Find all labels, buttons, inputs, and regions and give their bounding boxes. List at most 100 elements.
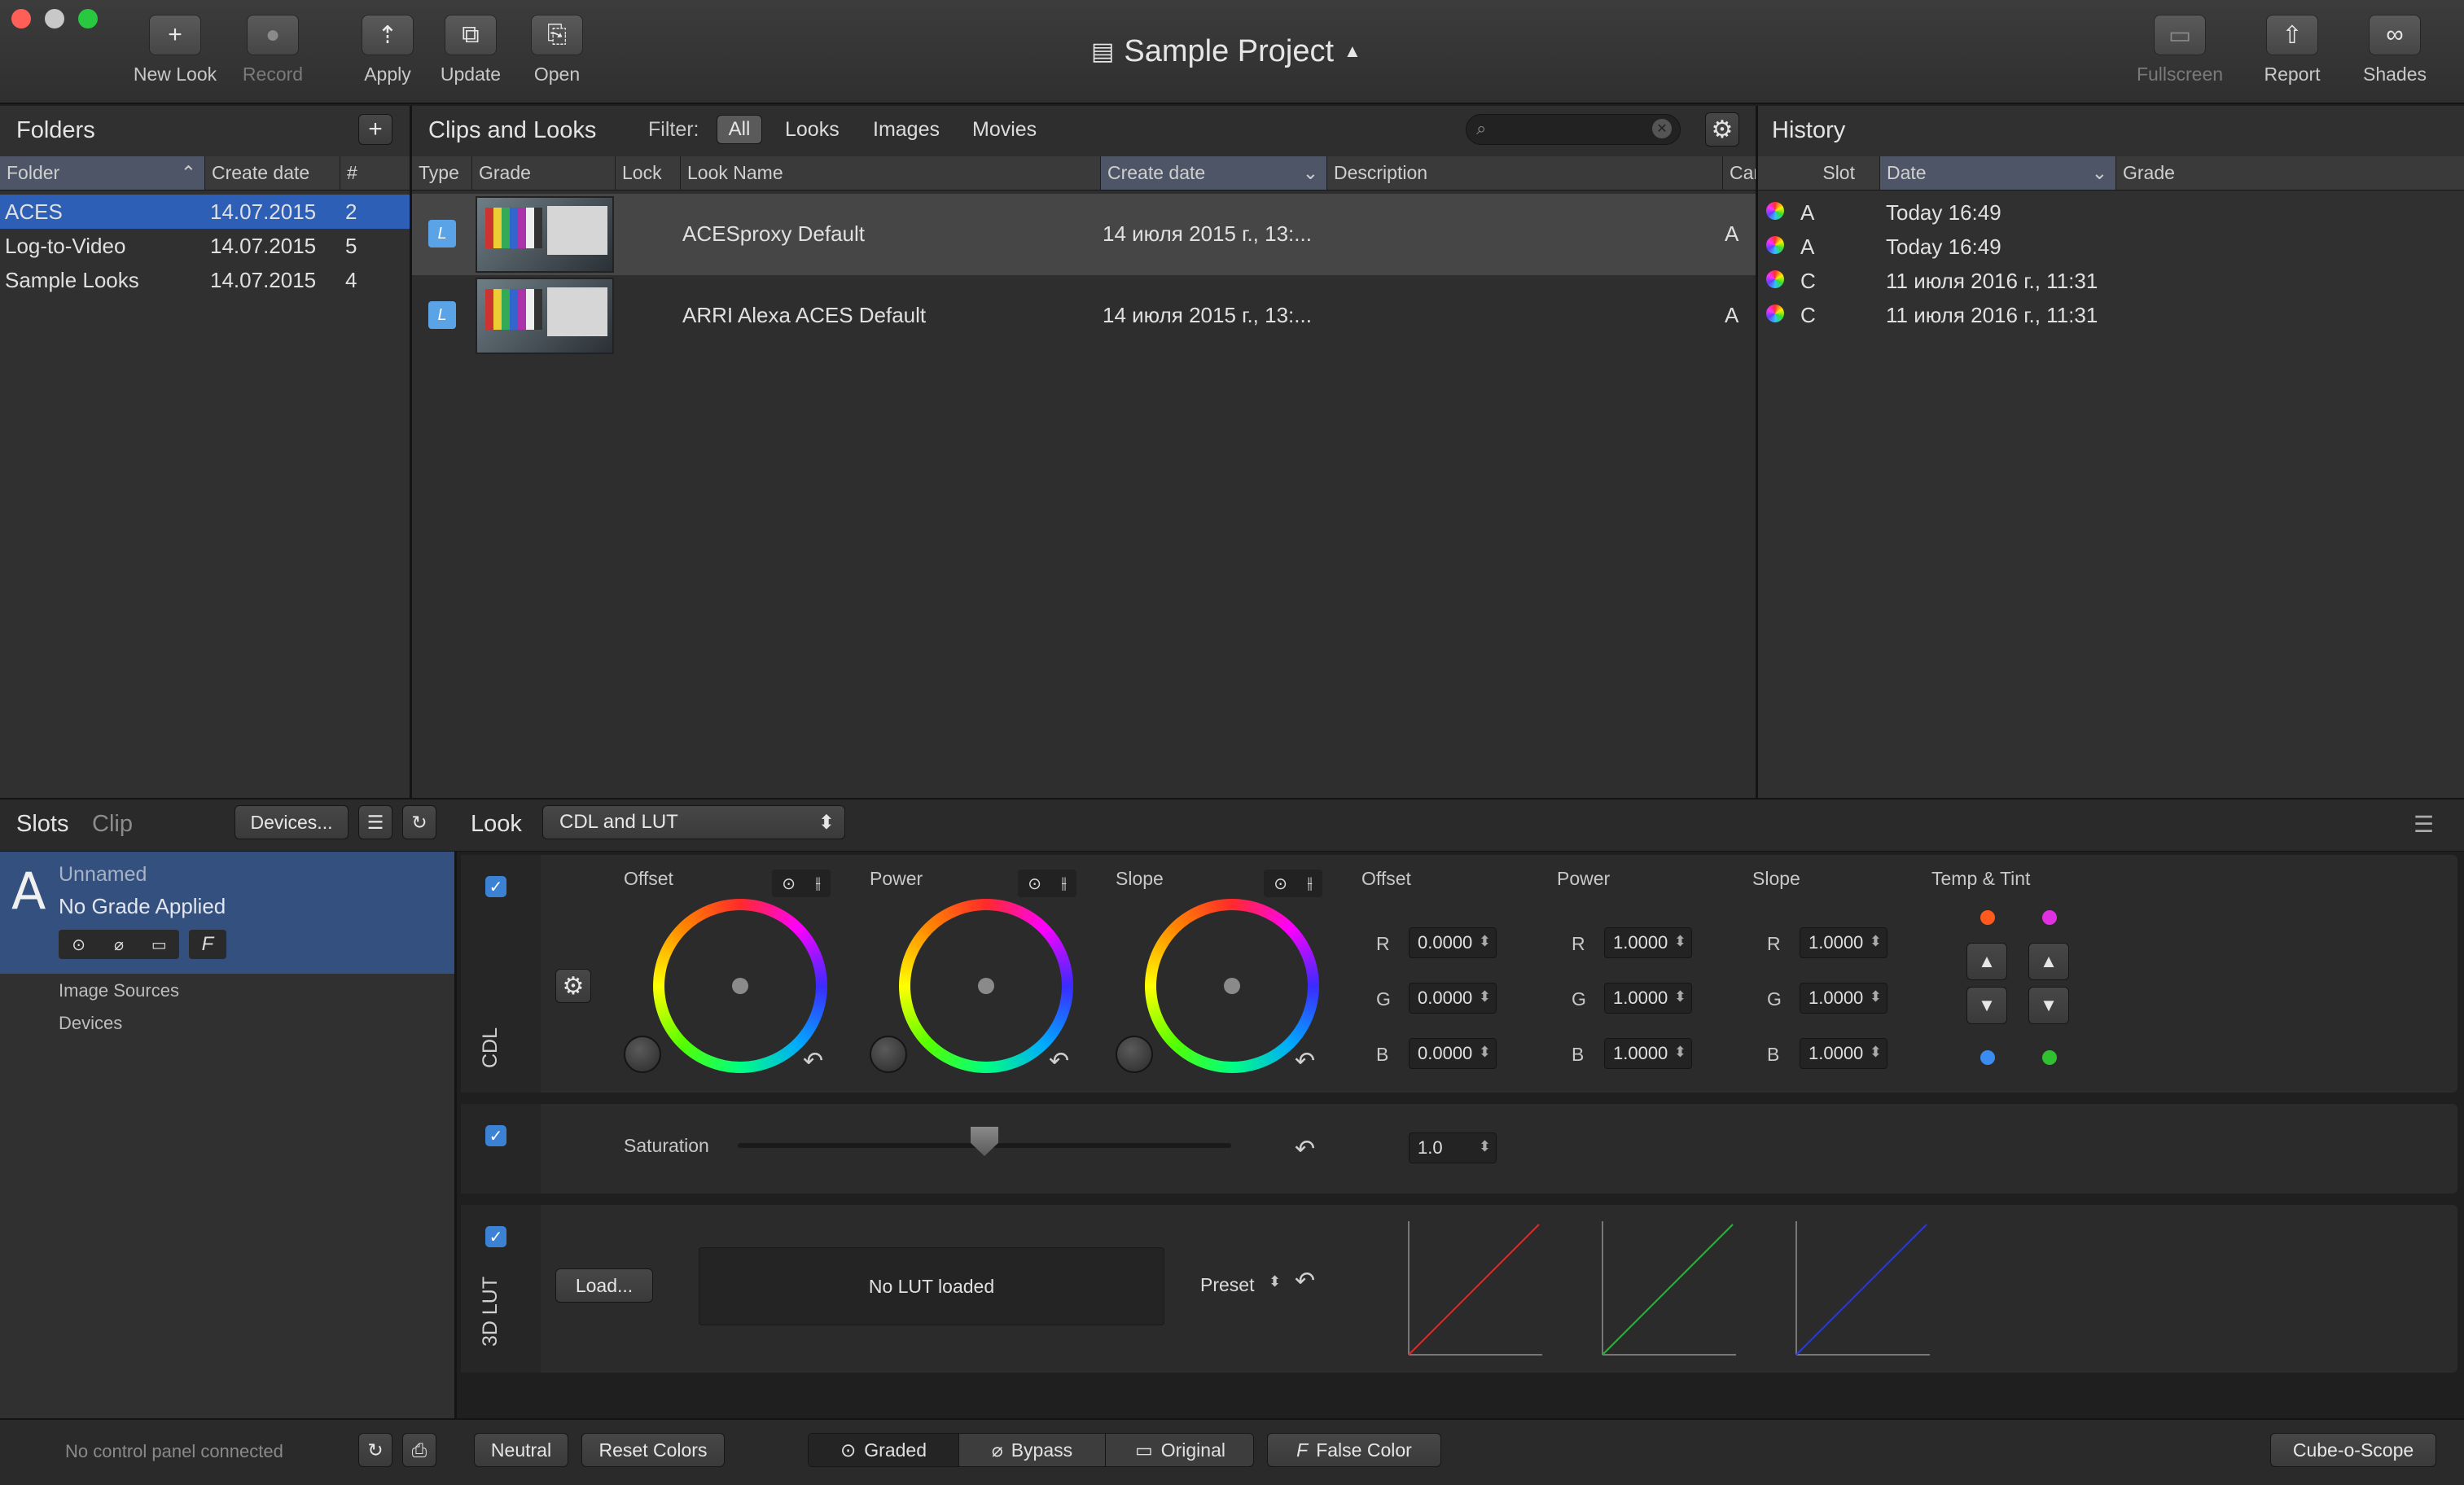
slope-b-field[interactable]: 1.0000 [1800,1038,1887,1069]
saturation-field[interactable]: 1.0 [1409,1132,1497,1163]
temp-up-button[interactable]: ▲ [1966,943,2007,980]
slope-r-field[interactable]: 1.0000 [1800,927,1887,958]
devices-button[interactable]: Devices... [235,805,349,839]
column-count[interactable]: # [340,156,410,190]
column-create-date[interactable]: Create date [205,156,340,190]
offset-color-wheel[interactable] [653,899,827,1073]
column-lock[interactable]: Lock [616,156,681,190]
tint-down-button[interactable]: ▼ [2028,987,2069,1024]
look-row[interactable]: L ARRI Alexa ACES Default 14 июля 2015 г… [412,275,1756,357]
snapshot-button[interactable]: ⎙ [402,1433,436,1467]
open-button[interactable]: ⎘ Open [512,15,602,85]
load-lut-button[interactable]: Load... [555,1268,653,1303]
list-options-button[interactable]: ☰ [358,805,392,839]
offset-b-field[interactable]: 0.0000 [1409,1038,1497,1069]
false-color-button[interactable]: F False Color [1267,1433,1441,1467]
offset-g-field[interactable]: 0.0000 [1409,983,1497,1014]
close-window-button[interactable] [11,9,31,28]
folder-row[interactable]: Log-to-Video 14.07.2015 5 [0,229,410,263]
power-reset-icon[interactable]: ↶ [1049,1047,1069,1075]
search-input[interactable]: ⌕ ✕ [1466,114,1681,145]
devices-item[interactable]: Devices [59,1013,122,1034]
slope-color-wheel[interactable] [1145,899,1319,1073]
lut-reset-icon[interactable]: ↶ [1295,1267,1315,1295]
slope-wheel-handle[interactable] [1224,978,1240,994]
preset-select[interactable]: Preset [1200,1274,1254,1296]
column-description[interactable]: Description [1327,156,1723,190]
fullscreen-button[interactable]: ▭ Fullscreen [2135,15,2225,85]
cube-o-scope-button[interactable]: Cube-o-Scope [2270,1433,2436,1467]
saturation-reset-icon[interactable]: ↶ [1295,1135,1315,1163]
false-color-slot-button[interactable]: F [189,930,226,959]
updown-chevron-icon[interactable]: ⬍ [1269,1273,1281,1290]
offset-master-knob[interactable] [624,1036,661,1073]
add-folder-button[interactable]: + [358,114,392,145]
history-row[interactable]: C 11 июля 2016 г., 11:31 [1758,262,2464,296]
slope-g-field[interactable]: 1.0000 [1800,983,1887,1014]
update-button[interactable]: ⧉ Update [426,15,515,85]
shades-button[interactable]: ∞ Shades [2350,15,2440,85]
cdl-settings-button[interactable]: ⚙ [555,969,591,1003]
power-master-knob[interactable] [870,1036,907,1073]
settings-gear-button[interactable]: ⚙ [1705,112,1739,147]
column-type[interactable]: Type [412,156,472,190]
reconnect-button[interactable]: ↻ [358,1433,392,1467]
reset-colors-button[interactable]: Reset Colors [581,1433,725,1467]
column-date[interactable]: Date ⌄ [1880,156,2116,190]
new-look-button[interactable]: + New Look [130,15,220,85]
lut-enable-checkbox[interactable]: ✓ [485,1226,506,1247]
slope-master-knob[interactable] [1116,1036,1153,1073]
original-icon[interactable]: ▭ [145,932,173,957]
offset-wheel-modes[interactable]: ⊙ ⫲ [772,870,831,897]
tab-clip[interactable]: Clip [92,811,133,838]
power-r-field[interactable]: 1.0000 [1604,927,1692,958]
filter-looks[interactable]: Looks [785,118,840,142]
power-b-field[interactable]: 1.0000 [1604,1038,1692,1069]
offset-reset-icon[interactable]: ↶ [803,1047,823,1075]
column-look-name[interactable]: Look Name [681,156,1101,190]
column-grade[interactable]: Grade [2116,156,2464,190]
menu-icon[interactable]: ☰ [2414,811,2434,838]
project-title[interactable]: ▤ Sample Project ▲ [1091,29,1384,73]
neutral-button[interactable]: Neutral [474,1433,568,1467]
slope-wheel-modes[interactable]: ⊙ ⫲ [1264,870,1322,897]
original-segment[interactable]: ▭ Original [1105,1434,1253,1466]
power-wheel-modes[interactable]: ⊙ ⫲ [1018,870,1076,897]
minimize-window-button[interactable] [45,9,64,28]
filter-all[interactable]: All [717,115,762,144]
refresh-button[interactable]: ↻ [402,805,436,839]
look-row[interactable]: L ACESproxy Default 14 июля 2015 г., 13:… [412,194,1756,275]
tab-slots[interactable]: Slots [16,811,68,838]
column-camera[interactable]: Car [1723,156,1756,190]
record-button[interactable]: ● Record [228,15,318,85]
filter-movies[interactable]: Movies [972,118,1037,142]
history-row[interactable]: A Today 16:49 [1758,194,2464,228]
offset-wheel-handle[interactable] [732,978,748,994]
folder-row[interactable]: Sample Looks 14.07.2015 4 [0,263,410,297]
bypass-segment[interactable]: ⌀ Bypass [958,1434,1105,1466]
power-wheel-handle[interactable] [978,978,994,994]
temp-down-button[interactable]: ▼ [1966,987,2007,1024]
folder-row[interactable]: ACES 14.07.2015 2 [0,195,410,229]
clear-search-icon[interactable]: ✕ [1652,119,1672,138]
graded-icon[interactable]: ⊙ [65,932,93,957]
report-button[interactable]: ⇧ Report [2247,15,2337,85]
filter-images[interactable]: Images [873,118,940,142]
bypass-icon[interactable]: ⌀ [105,932,133,957]
zoom-window-button[interactable] [78,9,98,28]
offset-r-field[interactable]: 0.0000 [1409,927,1497,958]
slot-card-a[interactable]: A Unnamed No Grade Applied ⊙ ⌀ ▭ F [0,852,454,974]
apply-button[interactable]: ⇡ Apply [343,15,432,85]
cdl-enable-checkbox[interactable]: ✓ [485,876,506,897]
look-type-select[interactable]: CDL and LUT ⬍ [542,805,845,839]
saturation-enable-checkbox[interactable]: ✓ [485,1125,506,1146]
slope-reset-icon[interactable]: ↶ [1295,1047,1315,1075]
column-grade[interactable]: Grade [472,156,616,190]
history-row[interactable]: C 11 июля 2016 г., 11:31 [1758,296,2464,331]
image-sources-item[interactable]: Image Sources [59,980,179,1001]
tint-up-button[interactable]: ▲ [2028,943,2069,980]
power-g-field[interactable]: 1.0000 [1604,983,1692,1014]
column-folder[interactable]: Folder ⌃ [0,156,205,190]
graded-segment[interactable]: ⊙ Graded [809,1434,958,1466]
column-slot[interactable]: Slot [1758,156,1880,190]
